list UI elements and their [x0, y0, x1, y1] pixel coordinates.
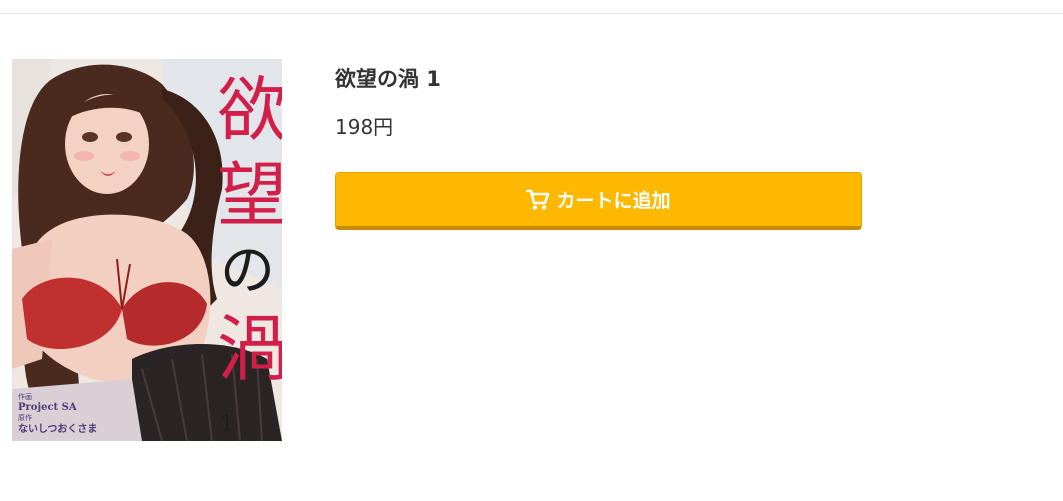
cover-credit-role-1: 作画 [18, 392, 32, 401]
cover-title-char-3: の [220, 238, 275, 302]
cart-icon [526, 189, 550, 211]
cover-title-char-2: 望 [217, 154, 282, 236]
cover-image[interactable]: 欲 望 の 渦 1 作画 Project SA 原作 ないしつおくさま [12, 59, 282, 441]
product-price: 198円 [335, 115, 394, 139]
cover-title-char-1: 欲 [217, 69, 282, 151]
cover-title-char-4: 渦 [217, 307, 282, 391]
product-title[interactable]: 欲望の渦 1 [335, 63, 441, 93]
add-to-cart-button[interactable]: カートに追加 [335, 172, 862, 230]
cover-volume-number: 1 [220, 412, 234, 437]
cover-credit-name-2: ないしつおくさま [18, 423, 97, 435]
cover-credit-name-1: Project SA [18, 402, 77, 413]
cover-illustration: 欲 望 の 渦 1 作画 Project SA 原作 ないしつおくさま [12, 59, 282, 441]
top-divider [0, 13, 1063, 14]
cover-credit-role-2: 原作 [18, 413, 32, 422]
add-to-cart-label: カートに追加 [556, 191, 671, 212]
